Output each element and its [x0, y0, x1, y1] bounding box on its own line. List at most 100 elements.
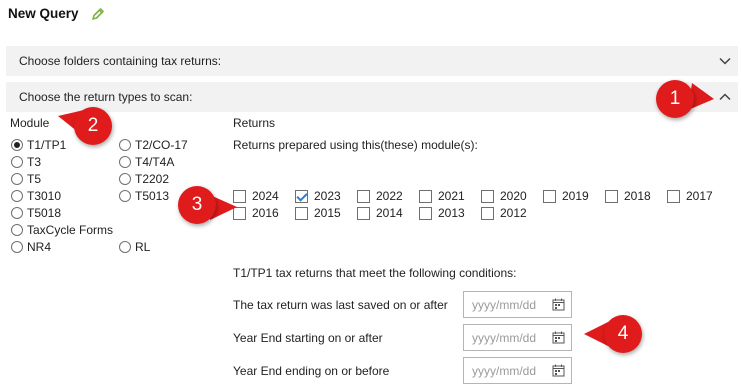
radio-icon — [119, 190, 131, 202]
year-checkbox-2020[interactable]: 2020 — [481, 188, 527, 204]
checkbox-icon — [233, 206, 246, 220]
checkbox-icon — [543, 189, 556, 203]
radio-label: T3 — [27, 155, 42, 169]
callout-4-badge: 4 — [604, 315, 642, 353]
year-checkbox-2018[interactable]: 2018 — [605, 188, 651, 204]
checkbox-icon — [357, 189, 370, 203]
year-checkbox-2014[interactable]: 2014 — [357, 205, 403, 221]
year-checkbox-2023[interactable]: 2023 — [295, 188, 341, 204]
checkbox-icon — [667, 189, 680, 203]
year-checkbox-2019[interactable]: 2019 — [543, 188, 589, 204]
checkmark-icon — [295, 189, 308, 203]
year-end-start-date-input[interactable]: yyyy/mm/dd — [463, 324, 572, 351]
conditions-heading: T1/TP1 tax returns that meet the followi… — [233, 266, 517, 280]
module-radio-t1-tp1[interactable]: T1/TP1 — [11, 137, 66, 153]
radio-label: T5 — [27, 172, 42, 186]
last-saved-date-input[interactable]: yyyy/mm/dd — [463, 291, 572, 318]
checkbox-label: 2017 — [686, 189, 713, 203]
checkbox-label: 2019 — [562, 189, 589, 203]
radio-label: T1/TP1 — [27, 138, 67, 152]
module-radio-t5013[interactable]: T5013 — [119, 188, 169, 204]
radio-label: T2202 — [135, 172, 170, 186]
callout-1-badge: 1 — [656, 80, 694, 118]
date-placeholder: yyyy/mm/dd — [472, 298, 537, 312]
radio-icon — [119, 241, 131, 253]
radio-label: T2/CO-17 — [135, 138, 188, 152]
calendar-icon[interactable] — [552, 331, 565, 344]
checkbox-icon — [605, 189, 618, 203]
callout-2-badge: 2 — [74, 107, 112, 145]
page-title: New Query — [8, 6, 79, 21]
module-radio-t2202[interactable]: T2202 — [119, 171, 169, 187]
return-types-section-header[interactable]: Choose the return types to scan: — [6, 82, 738, 112]
last-saved-label: The tax return was last saved on or afte… — [233, 298, 448, 312]
radio-icon — [119, 173, 131, 185]
radio-icon — [11, 156, 23, 168]
checkbox-label: 2015 — [314, 206, 341, 220]
radio-selected-icon — [11, 139, 23, 151]
year-checkbox-2012[interactable]: 2012 — [481, 205, 527, 221]
checkbox-label: 2021 — [438, 189, 465, 203]
radio-icon — [11, 224, 23, 236]
calendar-icon[interactable] — [552, 364, 565, 377]
returns-subheading: Returns prepared using this(these) modul… — [233, 138, 478, 152]
checkbox-label: 2020 — [500, 189, 527, 203]
module-radio-nr4[interactable]: NR4 — [11, 239, 51, 255]
checkbox-label: 2014 — [376, 206, 403, 220]
radio-label: NR4 — [27, 240, 52, 254]
year-checkbox-2021[interactable]: 2021 — [419, 188, 465, 204]
radio-icon — [11, 241, 23, 253]
radio-icon — [11, 190, 23, 202]
module-radio-t5[interactable]: T5 — [11, 171, 41, 187]
year-checkbox-2017[interactable]: 2017 — [667, 188, 713, 204]
pencil-icon[interactable] — [91, 7, 105, 21]
date-placeholder: yyyy/mm/dd — [472, 364, 537, 378]
module-radio-t4-t4a[interactable]: T4/T4A — [119, 154, 174, 170]
folders-section-label: Choose folders containing tax returns: — [19, 54, 222, 68]
module-radio-rl[interactable]: RL — [119, 239, 150, 255]
checkbox-icon — [233, 189, 246, 203]
radio-label: TaxCycle Forms — [27, 223, 114, 237]
checkbox-icon — [357, 206, 370, 220]
year-checkbox-2015[interactable]: 2015 — [295, 205, 341, 221]
year-checkbox-2024[interactable]: 2024 — [233, 188, 279, 204]
radio-icon — [11, 173, 23, 185]
module-radio-taxcycle-forms[interactable]: TaxCycle Forms — [11, 222, 113, 238]
return-types-section-label: Choose the return types to scan: — [19, 90, 193, 104]
checkbox-label: 2018 — [624, 189, 651, 203]
checkbox-label: 2024 — [252, 189, 279, 203]
checkbox-icon — [481, 189, 494, 203]
returns-heading: Returns — [233, 116, 276, 130]
checkbox-icon — [419, 189, 432, 203]
calendar-icon[interactable] — [552, 298, 565, 311]
module-radio-t3010[interactable]: T3010 — [11, 188, 61, 204]
year-end-end-date-input[interactable]: yyyy/mm/dd — [463, 357, 572, 384]
module-heading: Module — [10, 116, 50, 130]
radio-label: RL — [135, 240, 151, 254]
radio-label: T5018 — [27, 206, 62, 220]
checkbox-label: 2022 — [376, 189, 403, 203]
chevron-down-icon[interactable] — [718, 54, 732, 68]
date-placeholder: yyyy/mm/dd — [472, 331, 537, 345]
radio-label: T3010 — [27, 189, 62, 203]
module-radio-t3[interactable]: T3 — [11, 154, 41, 170]
year-checkbox-2022[interactable]: 2022 — [357, 188, 403, 204]
folders-section-header[interactable]: Choose folders containing tax returns: — [6, 46, 738, 76]
radio-icon — [11, 207, 23, 219]
checkbox-icon — [419, 206, 432, 220]
year-end-start-label: Year End starting on or after — [233, 331, 383, 345]
year-end-end-label: Year End ending on or before — [233, 364, 390, 378]
module-radio-t5018[interactable]: T5018 — [11, 205, 61, 221]
chevron-up-icon[interactable] — [718, 90, 732, 104]
checkbox-icon — [295, 206, 308, 220]
year-checkbox-2013[interactable]: 2013 — [419, 205, 465, 221]
module-radio-t2-co17[interactable]: T2/CO-17 — [119, 137, 188, 153]
checkbox-label: 2013 — [438, 206, 465, 220]
checkbox-label: 2016 — [252, 206, 279, 220]
radio-icon — [119, 139, 131, 151]
radio-label: T4/T4A — [135, 155, 175, 169]
checkbox-icon — [481, 206, 494, 220]
radio-icon — [119, 156, 131, 168]
checkbox-label: 2012 — [500, 206, 527, 220]
year-checkbox-2016[interactable]: 2016 — [233, 205, 279, 221]
